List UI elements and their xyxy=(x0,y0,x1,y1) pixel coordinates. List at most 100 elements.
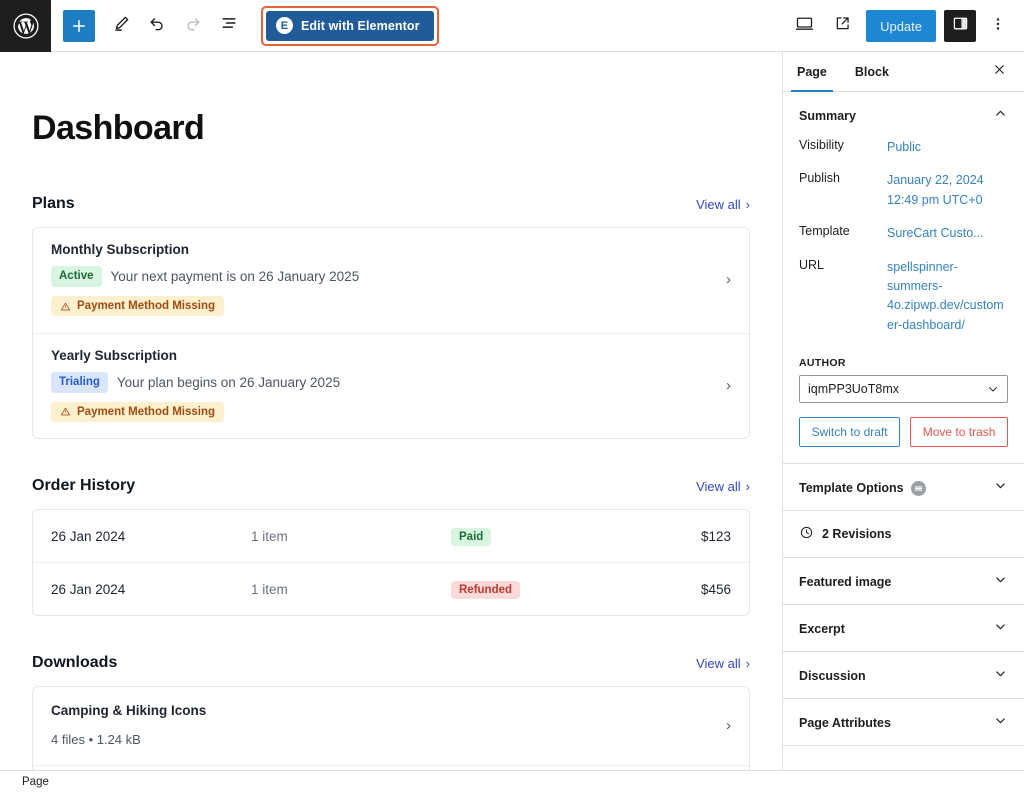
close-icon xyxy=(992,62,1007,82)
edit-with-elementor-button[interactable]: E Edit with Elementor xyxy=(266,11,434,41)
tab-page[interactable]: Page xyxy=(783,52,841,91)
chevron-right-icon: › xyxy=(746,656,750,671)
update-button[interactable]: Update xyxy=(866,10,936,42)
editor-status-bar: Page xyxy=(0,770,1024,793)
downloads-card: Camping & Hiking Icons 4 files • 1.24 kB… xyxy=(32,686,750,770)
list-view-button[interactable] xyxy=(211,8,247,44)
payment-warning-badge: Payment Method Missing xyxy=(51,296,224,316)
template-value-button[interactable]: SureCart Custo... xyxy=(887,224,1008,243)
panel-featured-image-header[interactable]: Featured image xyxy=(783,558,1024,604)
summary-row-visibility: Visibility Public xyxy=(799,138,1008,157)
sidebar-panel-icon xyxy=(951,14,970,38)
revisions-row[interactable]: 2 Revisions xyxy=(783,511,1024,557)
order-status-cell: Refunded xyxy=(451,580,701,598)
settings-sidebar-toggle-button[interactable] xyxy=(944,10,976,42)
panel-page-attributes-title: Page Attributes xyxy=(799,716,891,730)
visibility-value-button[interactable]: Public xyxy=(887,138,1008,157)
switch-to-draft-button[interactable]: Switch to draft xyxy=(799,417,900,447)
tab-block[interactable]: Block xyxy=(841,52,903,91)
elementor-logo-icon: E xyxy=(276,17,293,34)
plan-row[interactable]: Yearly Subscription Trialing Your plan b… xyxy=(33,333,749,438)
order-history-view-all-link[interactable]: View all › xyxy=(696,479,750,494)
panel-summary-header[interactable]: Summary xyxy=(783,92,1024,138)
close-sidebar-button[interactable] xyxy=(982,52,1016,91)
order-history-view-all-label: View all xyxy=(696,479,741,494)
table-row[interactable]: 26 Jan 2024 1 item Refunded $456 xyxy=(33,562,749,615)
sidebar-scroll-area[interactable]: Summary Visibility Public Publish Januar… xyxy=(783,92,1024,770)
plans-section-header: Plans View all › xyxy=(32,195,750,213)
publish-label: Publish xyxy=(799,171,887,185)
editor-body: Dashboard Plans View all › Monthly Subsc… xyxy=(0,52,1024,770)
list-item[interactable]: Camping & Hiking Icons 4 files • 1.24 kB… xyxy=(33,687,749,765)
plan-info: Yearly Subscription Trialing Your plan b… xyxy=(51,348,340,422)
panel-template-options-label: Template Options xyxy=(799,481,904,495)
url-value-link[interactable]: spellspinner-summers-4o.zipwp.dev/custom… xyxy=(887,258,1008,336)
download-meta: 4 files • 1.24 kB xyxy=(51,732,206,747)
author-label: AUTHOR xyxy=(783,353,1024,375)
preview-button[interactable] xyxy=(824,8,860,44)
more-vertical-icon xyxy=(989,15,1007,38)
downloads-view-all-link[interactable]: View all › xyxy=(696,656,750,671)
status-badge: Paid xyxy=(451,528,491,546)
add-block-button[interactable] xyxy=(63,10,95,42)
url-label: URL xyxy=(799,258,887,272)
plans-section-title: Plans xyxy=(32,195,75,213)
chevron-down-icon xyxy=(993,478,1008,498)
download-name: Camping & Hiking Icons xyxy=(51,703,206,718)
table-row[interactable]: 26 Jan 2024 1 item Paid $123 xyxy=(33,510,749,562)
warning-triangle-icon xyxy=(60,301,71,312)
editor-canvas[interactable]: Dashboard Plans View all › Monthly Subsc… xyxy=(0,52,783,770)
move-to-trash-button[interactable]: Move to trash xyxy=(910,417,1008,447)
order-date: 26 Jan 2024 xyxy=(51,582,251,597)
chevron-up-icon xyxy=(993,106,1008,126)
redo-button[interactable] xyxy=(175,8,211,44)
revision-clock-icon xyxy=(799,525,814,543)
payment-warning-label: Payment Method Missing xyxy=(77,406,215,418)
downloads-section-header: Downloads View all › xyxy=(32,654,750,672)
panel-page-attributes-header[interactable]: Page Attributes xyxy=(783,699,1024,745)
author-select[interactable]: iqmPP3UoT8mx xyxy=(799,375,1008,403)
tools-button[interactable] xyxy=(103,8,139,44)
list-item[interactable]: Application UI Icon Pack xyxy=(33,765,749,770)
plan-status-line: Active Your next payment is on 26 Januar… xyxy=(51,266,359,287)
downloads-section-title: Downloads xyxy=(32,654,117,672)
status-badge: Trialing xyxy=(51,372,108,393)
chevron-down-icon xyxy=(993,713,1008,733)
summary-action-buttons: Switch to draft Move to trash xyxy=(783,417,1024,463)
order-total: $456 xyxy=(701,582,731,597)
toolbar-left-group: E Edit with Elementor xyxy=(51,6,439,46)
order-items: 1 item xyxy=(251,582,451,597)
panel-discussion-header[interactable]: Discussion xyxy=(783,652,1024,698)
document-type-label[interactable]: Page xyxy=(22,776,49,788)
list-view-icon xyxy=(219,13,239,38)
order-date: 26 Jan 2024 xyxy=(51,529,251,544)
chevron-right-icon[interactable]: › xyxy=(714,717,731,734)
order-history-card: 26 Jan 2024 1 item Paid $123 26 Jan 2024… xyxy=(32,509,750,616)
undo-button[interactable] xyxy=(139,8,175,44)
more-options-button[interactable] xyxy=(980,8,1016,44)
panel-featured-image-title: Featured image xyxy=(799,575,891,589)
panel-excerpt-header[interactable]: Excerpt xyxy=(783,605,1024,651)
plans-view-all-link[interactable]: View all › xyxy=(696,197,750,212)
order-history-section-header: Order History View all › xyxy=(32,477,750,495)
download-info: Camping & Hiking Icons 4 files • 1.24 kB xyxy=(51,703,206,747)
divider xyxy=(783,745,1024,746)
settings-sidebar: Page Block Summary xyxy=(783,52,1024,770)
view-desktop-button[interactable] xyxy=(786,8,822,44)
wordpress-home-button[interactable] xyxy=(0,0,51,52)
plan-description: Your plan begins on 26 January 2025 xyxy=(117,375,340,390)
canvas-content: Dashboard Plans View all › Monthly Subsc… xyxy=(0,52,782,770)
publish-value-button[interactable]: January 22, 2024 12:49 pm UTC+0 xyxy=(887,171,1008,210)
chevron-down-icon xyxy=(993,619,1008,639)
pencil-icon xyxy=(112,14,131,38)
order-total: $123 xyxy=(701,529,731,544)
chevron-down-icon xyxy=(993,572,1008,592)
chevron-right-icon[interactable]: › xyxy=(714,271,731,288)
chevron-right-icon[interactable]: › xyxy=(714,377,731,394)
payment-warning-badge: Payment Method Missing xyxy=(51,402,224,422)
chevron-right-icon: › xyxy=(746,197,750,212)
plan-row[interactable]: Monthly Subscription Active Your next pa… xyxy=(33,228,749,332)
panel-excerpt-title: Excerpt xyxy=(799,622,845,636)
downloads-view-all-label: View all xyxy=(696,656,741,671)
panel-template-options-header[interactable]: Template Options xyxy=(783,464,1024,510)
